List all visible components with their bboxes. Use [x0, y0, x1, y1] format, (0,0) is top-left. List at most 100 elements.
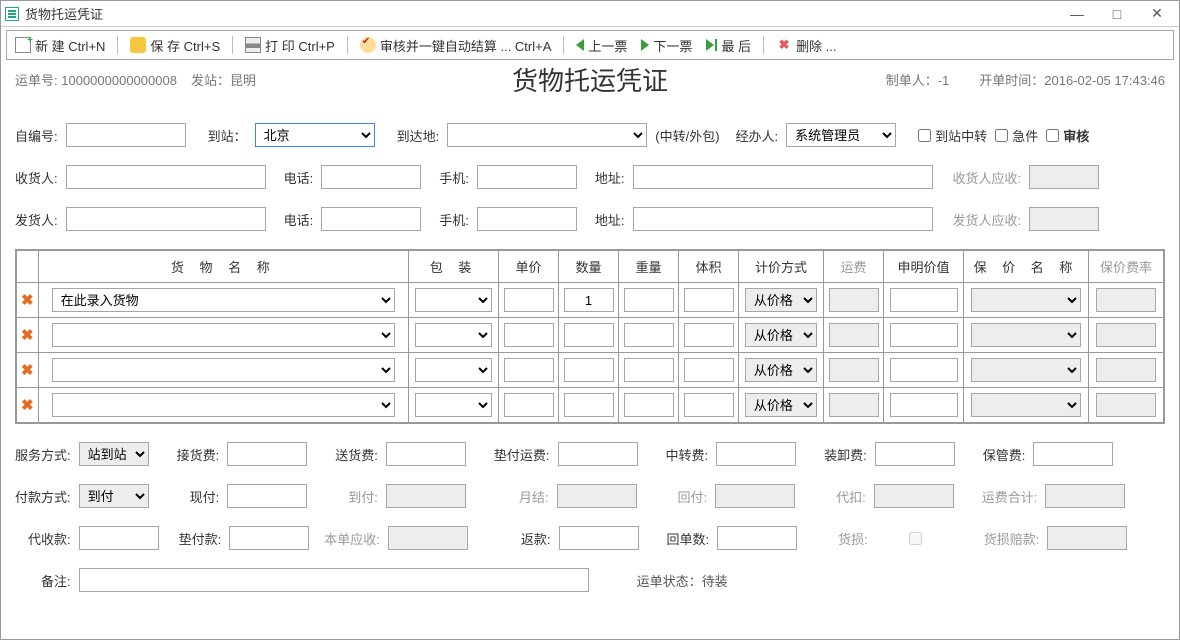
tostation-select[interactable]: 北京 [255, 123, 375, 147]
chk-audit[interactable]: 审核 [1046, 126, 1089, 145]
new-icon [15, 37, 31, 53]
save-button[interactable]: 保 存 Ctrl+S [126, 34, 224, 57]
volume-input[interactable] [684, 393, 734, 417]
refund-label: 返款: [521, 529, 551, 548]
declared-input[interactable] [890, 393, 958, 417]
receiver-phone-input[interactable] [321, 165, 421, 189]
selfno-input[interactable] [66, 123, 186, 147]
row-delete-icon[interactable]: ✖ [21, 362, 34, 379]
pack-select[interactable] [415, 358, 492, 382]
cash-input[interactable] [227, 484, 307, 508]
row-delete-icon[interactable]: ✖ [21, 292, 34, 309]
declared-input[interactable] [890, 358, 958, 382]
advance-input[interactable] [229, 526, 309, 550]
pricing-select[interactable]: 从价格 [745, 358, 817, 382]
pack-select[interactable] [415, 288, 492, 312]
qty-input[interactable] [564, 358, 614, 382]
advfreight-input[interactable] [558, 442, 638, 466]
next-button[interactable]: 下一票 [637, 34, 696, 57]
table-row: ✖ 在此录入货物 从价格 [17, 283, 1164, 318]
receiver-input[interactable] [66, 165, 266, 189]
handler-select[interactable]: 系统管理员 [786, 123, 896, 147]
declared-input[interactable] [890, 288, 958, 312]
receiver-addr-input[interactable] [633, 165, 933, 189]
pickup-input[interactable] [227, 442, 307, 466]
table-row: ✖ 从价格 [17, 388, 1164, 423]
minimize-button[interactable]: — [1069, 6, 1085, 22]
price-input[interactable] [504, 288, 554, 312]
qty-input[interactable] [564, 323, 614, 347]
volume-input[interactable] [684, 358, 734, 382]
insure-select[interactable] [971, 358, 1081, 382]
col-qty: 数量 [559, 251, 619, 283]
pickup-label: 接货费: [177, 445, 220, 464]
name-select[interactable]: 在此录入货物 [52, 288, 395, 312]
name-select[interactable] [52, 393, 395, 417]
handling-input[interactable] [875, 442, 955, 466]
sender-input[interactable] [66, 207, 266, 231]
name-select[interactable] [52, 358, 395, 382]
titlebar: 货物托运凭证 — □ ✕ [1, 1, 1179, 27]
insure-select[interactable] [971, 393, 1081, 417]
pay-select[interactable]: 到付 [79, 484, 149, 508]
status-label: 运单状态： [637, 574, 702, 589]
qty-input[interactable] [564, 393, 614, 417]
sender-phone-input[interactable] [321, 207, 421, 231]
audit-button[interactable]: 审核并一键自动结算 ... Ctrl+A [356, 34, 556, 57]
receipt-input[interactable] [717, 526, 797, 550]
weight-input[interactable] [624, 323, 674, 347]
refund-input[interactable] [559, 526, 639, 550]
qty-input[interactable] [564, 288, 614, 312]
returnpay-input [715, 484, 795, 508]
sender-label: 发货人: [15, 210, 58, 229]
volume-input[interactable] [684, 323, 734, 347]
pricing-select[interactable]: 从价格 [745, 393, 817, 417]
pricing-select[interactable]: 从价格 [745, 288, 817, 312]
maximize-button[interactable]: □ [1109, 6, 1125, 22]
chk-transit[interactable]: 到站中转 [918, 126, 987, 145]
storage-input[interactable] [1033, 442, 1113, 466]
price-input[interactable] [504, 358, 554, 382]
declared-input[interactable] [890, 323, 958, 347]
pricing-select[interactable]: 从价格 [745, 323, 817, 347]
receiver-mobile-input[interactable] [477, 165, 577, 189]
prev-button[interactable]: 上一票 [572, 34, 631, 57]
close-button[interactable]: ✕ [1149, 6, 1165, 22]
remark-input[interactable] [79, 568, 589, 592]
delete-button[interactable]: ✖删除 ... [772, 34, 840, 57]
waybill-no: 1000000000000008 [61, 73, 177, 88]
weight-input[interactable] [624, 358, 674, 382]
last-button[interactable]: 最 后 [702, 34, 755, 57]
arrive-select[interactable] [447, 123, 647, 147]
delivery-input[interactable] [386, 442, 466, 466]
row-delete-icon[interactable]: ✖ [21, 327, 34, 344]
pack-select[interactable] [415, 393, 492, 417]
sender-phone-label: 电话: [284, 210, 314, 229]
damage-checkbox [909, 532, 922, 545]
receiver-mobile-label: 手机: [439, 168, 469, 187]
sender-addr-input[interactable] [633, 207, 933, 231]
table-row: ✖ 从价格 [17, 353, 1164, 388]
col-freight: 运费 [824, 251, 884, 283]
name-select[interactable] [52, 323, 395, 347]
insure-select[interactable] [971, 323, 1081, 347]
sender-mobile-label: 手机: [439, 210, 469, 229]
status-value: 待装 [702, 574, 728, 589]
print-button[interactable]: 打 印 Ctrl+P [241, 34, 339, 57]
price-input[interactable] [504, 393, 554, 417]
row-delete-icon[interactable]: ✖ [21, 397, 34, 414]
chk-urgent[interactable]: 急件 [995, 126, 1038, 145]
pack-select[interactable] [415, 323, 492, 347]
price-input[interactable] [504, 323, 554, 347]
weight-input[interactable] [624, 288, 674, 312]
insure-select[interactable] [971, 288, 1081, 312]
sender-mobile-input[interactable] [477, 207, 577, 231]
transitfee-input[interactable] [716, 442, 796, 466]
volume-input[interactable] [684, 288, 734, 312]
service-select[interactable]: 站到站 [79, 442, 149, 466]
receiver-due-label: 收货人应收: [953, 168, 1022, 187]
col-weight: 重量 [619, 251, 679, 283]
weight-input[interactable] [624, 393, 674, 417]
collect-input[interactable] [79, 526, 159, 550]
new-button[interactable]: 新 建 Ctrl+N [11, 34, 109, 57]
